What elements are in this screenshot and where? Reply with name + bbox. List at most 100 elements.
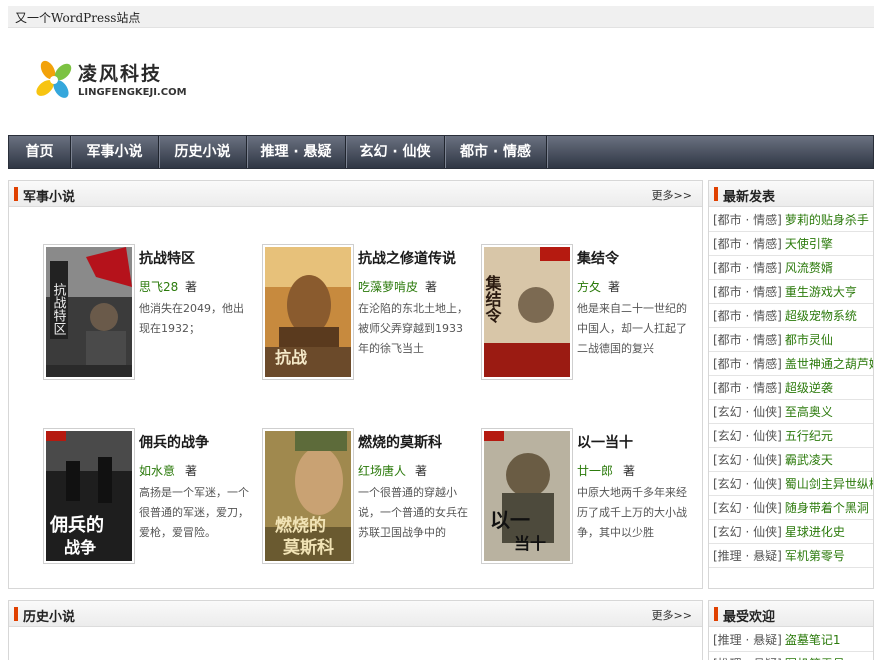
post-category[interactable]: [都市 · 情感] (713, 333, 782, 347)
post-category[interactable]: [都市 · 情感] (713, 381, 782, 395)
book-cover[interactable]: 燃烧的 莫斯科 (262, 428, 354, 564)
book-card: 抗战 抗战之修道传说 吃藻萝啃皮 著 在沦陷的东北土地上，被师父弄穿越到1933… (262, 244, 472, 384)
post-list-item[interactable]: [玄幻 · 仙侠] 至高奥义 (709, 400, 873, 424)
popular-posts-panel: 最受欢迎 [推理 · 悬疑]盗墓笔记1[推理 · 悬疑]军机第零号 (708, 600, 874, 660)
post-title-link[interactable]: 盗墓笔记1 (785, 633, 841, 647)
svg-text:当十: 当十 (514, 534, 546, 553)
post-title-link[interactable]: 霸武凌天 (785, 453, 833, 467)
sidebar-title: 最新发表 (723, 190, 776, 205)
post-title-link[interactable]: 至高奥义 (785, 405, 833, 419)
logo-text-en: LINGFENGKEJI.COM (78, 87, 187, 98)
book-cover[interactable]: 抗战 (262, 244, 354, 380)
book-author[interactable]: 思飞28 (139, 278, 178, 295)
section-header: 历史小说 更多>> (9, 601, 702, 627)
post-list-item[interactable]: [都市 · 情感] 萝莉的贴身杀手 (709, 208, 873, 232)
post-title-link[interactable]: 五行纪元 (785, 429, 833, 443)
book-title[interactable]: 抗战特区 (139, 248, 195, 268)
svg-text:集结令: 集结令 (484, 274, 503, 324)
post-category[interactable]: [玄幻 · 仙侠] (713, 477, 782, 491)
post-list-item[interactable]: [都市 · 情感] 盖世神通之葫芦娃 (709, 352, 873, 376)
svg-text:以一: 以一 (490, 508, 530, 532)
post-list-item[interactable]: [推理 · 悬疑]军机第零号 (709, 652, 873, 660)
book-author[interactable]: 红场唐人 (358, 462, 406, 479)
sidebar-title: 最受欢迎 (723, 610, 776, 625)
nav-mystery[interactable]: 推理 · 悬疑 (247, 136, 346, 168)
book-author[interactable]: 廿一郎 (577, 462, 613, 479)
post-title-link[interactable]: 军机第零号 (785, 549, 845, 563)
main-nav: 首页 军事小说 历史小说 推理 · 悬疑 玄幻 · 仙侠 都市 · 情感 (8, 135, 874, 169)
book-cover[interactable]: 以一 当十 (481, 428, 573, 564)
post-category[interactable]: [都市 · 情感] (713, 237, 782, 251)
post-list-item[interactable]: [玄幻 · 仙侠] 随身带着个黑洞 (709, 496, 873, 520)
post-list-item[interactable]: [玄幻 · 仙侠] 蜀山剑主异世纵横 (709, 472, 873, 496)
post-list-item[interactable]: [都市 · 情感] 风流赘婿 (709, 256, 873, 280)
post-title-link[interactable]: 都市灵仙 (785, 333, 833, 347)
post-category[interactable]: [推理 · 悬疑] (713, 549, 782, 563)
post-title-link[interactable]: 超级宠物系统 (785, 309, 857, 323)
book-author[interactable]: 方夂 (577, 278, 601, 295)
post-title-link[interactable]: 随身带着个黑洞 (785, 501, 869, 515)
post-title-link[interactable]: 超级逆袭 (785, 381, 833, 395)
post-list-item[interactable]: [都市 · 情感] 超级逆袭 (709, 376, 873, 400)
post-list-item[interactable]: [玄幻 · 仙侠] 星球进化史 (709, 520, 873, 544)
book-title[interactable]: 佣兵的战争 (139, 432, 209, 452)
post-title-link[interactable]: 重生游戏大亨 (785, 285, 857, 299)
post-category[interactable]: [玄幻 · 仙侠] (713, 501, 782, 515)
post-list-item[interactable]: [推理 · 悬疑]军机第零号 (709, 544, 873, 568)
book-by: 著 (623, 464, 636, 478)
nav-urban[interactable]: 都市 · 情感 (445, 136, 547, 168)
book-desc: 中原大地两千多年来经历了成千上万的大小战争，其中以少胜 (577, 486, 687, 539)
book-cover[interactable]: 佣兵的 战争 (43, 428, 135, 564)
post-list-item[interactable]: [玄幻 · 仙侠] 霸武凌天 (709, 448, 873, 472)
svg-text:佣兵的: 佣兵的 (49, 514, 104, 536)
post-list-item[interactable]: [都市 · 情感] 重生游戏大亨 (709, 280, 873, 304)
post-title-link[interactable]: 盖世神通之葫芦娃 (785, 357, 873, 371)
book-title[interactable]: 抗战之修道传说 (358, 248, 456, 268)
post-category[interactable]: [都市 · 情感] (713, 309, 782, 323)
nav-history[interactable]: 历史小说 (159, 136, 247, 168)
book-title[interactable]: 燃烧的莫斯科 (358, 432, 442, 452)
post-category[interactable]: [玄幻 · 仙侠] (713, 453, 782, 467)
accent-bar (714, 607, 718, 621)
book-author[interactable]: 吃藻萝啃皮 (358, 278, 418, 295)
military-section: 军事小说 更多>> 抗战特区 抗战特区 思飞28 著 他消失在2049，他出现在… (8, 180, 703, 589)
post-list-item[interactable]: [都市 · 情感] 天使引擎 (709, 232, 873, 256)
post-category[interactable]: [推理 · 悬疑] (713, 633, 782, 647)
book-title[interactable]: 集结令 (577, 248, 619, 268)
post-list-item[interactable]: [都市 · 情感] 都市灵仙 (709, 328, 873, 352)
nav-home[interactable]: 首页 (9, 136, 71, 168)
popular-posts-list: [推理 · 悬疑]盗墓笔记1[推理 · 悬疑]军机第零号 (709, 628, 873, 660)
svg-text:战争: 战争 (64, 538, 96, 557)
book-by: 著 (415, 464, 428, 478)
post-category[interactable]: [都市 · 情感] (713, 261, 782, 275)
logo-text-cn: 凌风科技 (78, 63, 163, 85)
book-cover[interactable]: 抗战特区 (43, 244, 135, 380)
nav-fantasy[interactable]: 玄幻 · 仙侠 (346, 136, 445, 168)
book-author[interactable]: 如水意 (139, 462, 175, 479)
more-link[interactable]: 更多>> (652, 607, 692, 623)
nav-military[interactable]: 军事小说 (71, 136, 159, 168)
post-category[interactable]: [玄幻 · 仙侠] (713, 525, 782, 539)
book-card: 集结令 集结令 方夂 著 他是来自二十一世纪的中国人，却一人扛起了二战德国的复兴 (481, 244, 691, 384)
post-title-link[interactable]: 萝莉的贴身杀手 (785, 213, 869, 227)
post-title-link[interactable]: 蜀山剑主异世纵横 (785, 477, 873, 491)
post-list-item[interactable]: [推理 · 悬疑] 盗墓笔记1 (709, 628, 873, 652)
post-list-item[interactable]: [都市 · 情感] 超级宠物系统 (709, 304, 873, 328)
post-title-link[interactable]: 风流赘婿 (785, 261, 833, 275)
post-category[interactable]: [玄幻 · 仙侠] (713, 405, 782, 419)
sidebar-header: 最受欢迎 (709, 601, 873, 627)
book-by: 著 (185, 464, 198, 478)
post-title-link[interactable]: 天使引擎 (785, 237, 833, 251)
book-title[interactable]: 以一当十 (577, 432, 633, 452)
site-logo[interactable]: 凌风科技 LINGFENGKEJI.COM (34, 58, 187, 104)
post-category[interactable]: [都市 · 情感] (713, 285, 782, 299)
book-desc: 在沦陷的东北土地上，被师父弄穿越到1933年的徐飞当土 (358, 302, 468, 355)
post-category[interactable]: [玄幻 · 仙侠] (713, 429, 782, 443)
more-link[interactable]: 更多>> (652, 187, 692, 203)
post-list-item[interactable]: [玄幻 · 仙侠] 五行纪元 (709, 424, 873, 448)
post-title-link[interactable]: 星球进化史 (785, 525, 845, 539)
book-cover[interactable]: 集结令 (481, 244, 573, 380)
post-category[interactable]: [都市 · 情感] (713, 213, 782, 227)
post-category[interactable]: [都市 · 情感] (713, 357, 782, 371)
book-by: 著 (185, 280, 198, 294)
